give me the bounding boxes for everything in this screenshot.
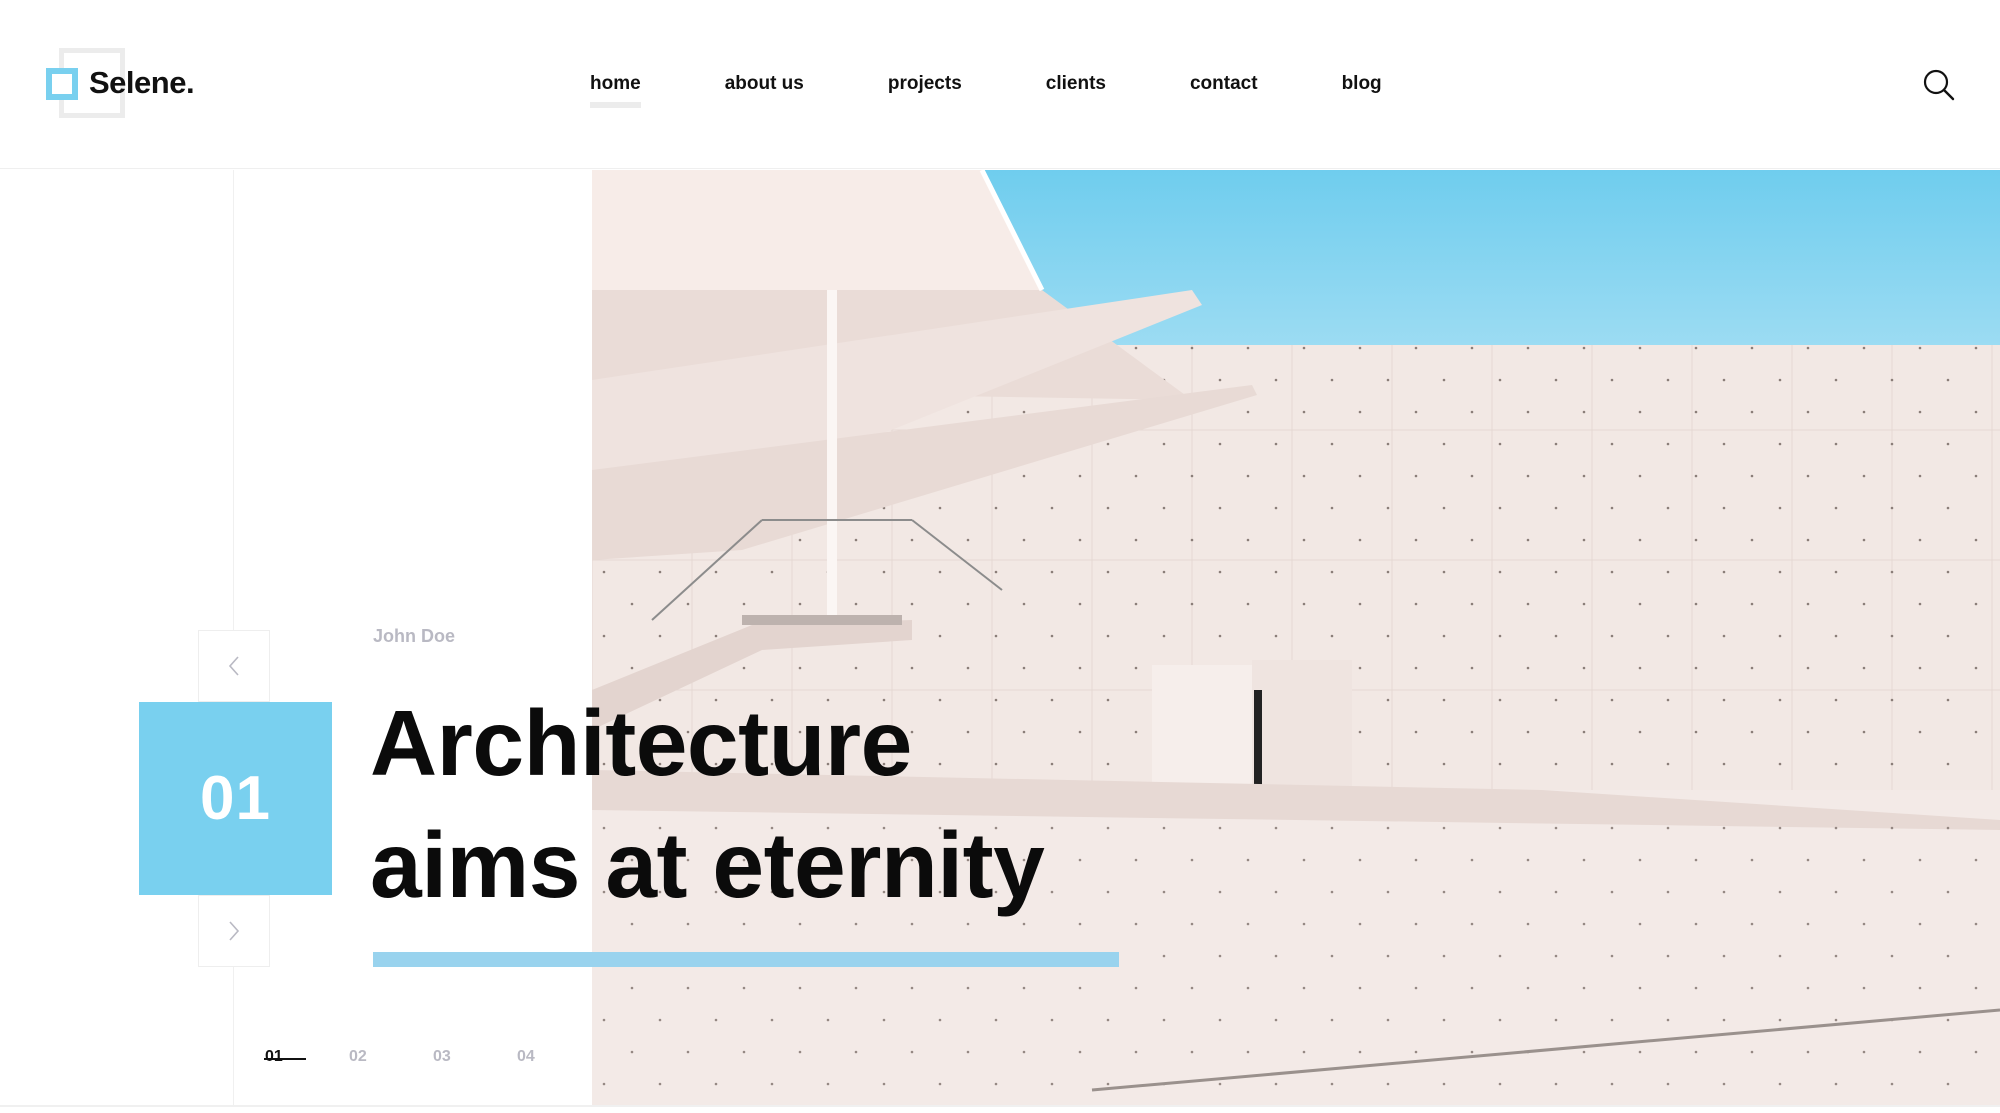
nav-item-about-us[interactable]: about us: [725, 68, 804, 108]
slide-number: 01: [200, 764, 271, 833]
pager-item-01[interactable]: 01: [264, 1048, 349, 1066]
nav-item-clients[interactable]: clients: [1046, 68, 1106, 108]
brand-logo[interactable]: Selene.: [46, 48, 216, 120]
next-slide-button[interactable]: [198, 895, 270, 967]
chevron-left-icon: [228, 656, 239, 676]
brand-name: Selene.: [89, 65, 195, 100]
pager-item-03[interactable]: 03: [433, 1048, 517, 1066]
pager-item-04[interactable]: 04: [517, 1048, 601, 1066]
slide-author: John Doe: [373, 626, 456, 646]
nav-item-contact[interactable]: contact: [1190, 68, 1258, 108]
nav-item-home[interactable]: home: [590, 68, 641, 108]
nav-item-projects[interactable]: projects: [888, 68, 962, 108]
chevron-right-icon: [229, 921, 240, 941]
title-accent-bar: [373, 952, 1119, 967]
pager-item-02[interactable]: 02: [349, 1048, 433, 1066]
site-header: Selene. home about us projects clients c…: [0, 0, 2000, 169]
slide-title: Architecture aims at eternity: [370, 682, 1170, 926]
search-icon: [1923, 69, 1955, 101]
logo-square-mark: [46, 68, 78, 100]
slide-title-line-2: aims at eternity: [370, 813, 1045, 917]
search-button[interactable]: [1922, 68, 1956, 102]
nav-item-blog[interactable]: blog: [1342, 68, 1382, 108]
prev-slide-button[interactable]: [198, 630, 270, 702]
slide-number-badge: 01: [139, 702, 332, 895]
slide-pager: 01 02 03 04: [264, 1048, 601, 1066]
hero-slider: 01 John Doe Architecture aims at eternit…: [0, 170, 2000, 1106]
slide-title-line-1: Architecture: [370, 691, 912, 795]
bottom-divider: [0, 1105, 2000, 1107]
main-nav: home about us projects clients contact b…: [590, 68, 1466, 108]
